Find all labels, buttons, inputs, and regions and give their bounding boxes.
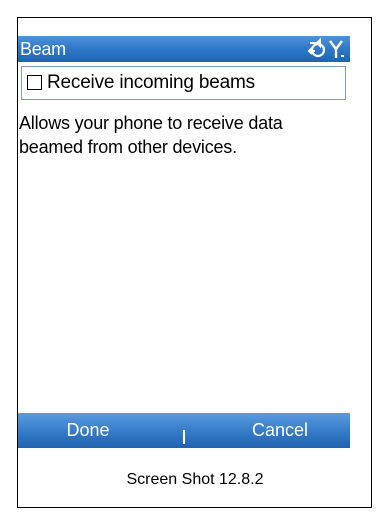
receive-beams-label: Receive incoming beams bbox=[47, 72, 255, 93]
phone-screen: Beam Receive incoming beams Allows your … bbox=[18, 18, 350, 456]
screenshot-caption: Screen Shot 12.8.2 bbox=[126, 471, 264, 488]
receive-beams-row[interactable]: Receive incoming beams bbox=[21, 66, 346, 100]
softkey-bar: Done Cancel bbox=[18, 413, 350, 448]
page-title: Beam bbox=[20, 39, 66, 59]
cancel-button[interactable]: Cancel bbox=[210, 413, 350, 448]
signal-icon bbox=[329, 40, 344, 58]
connectivity-icon bbox=[307, 37, 326, 58]
receive-beams-checkbox[interactable] bbox=[27, 75, 42, 90]
softkey-divider bbox=[183, 430, 185, 444]
title-bar: Beam bbox=[18, 36, 350, 62]
status-icons bbox=[306, 37, 346, 61]
done-button[interactable]: Done bbox=[18, 413, 158, 448]
description-text: Allows your phone to receive data beamed… bbox=[19, 113, 283, 157]
